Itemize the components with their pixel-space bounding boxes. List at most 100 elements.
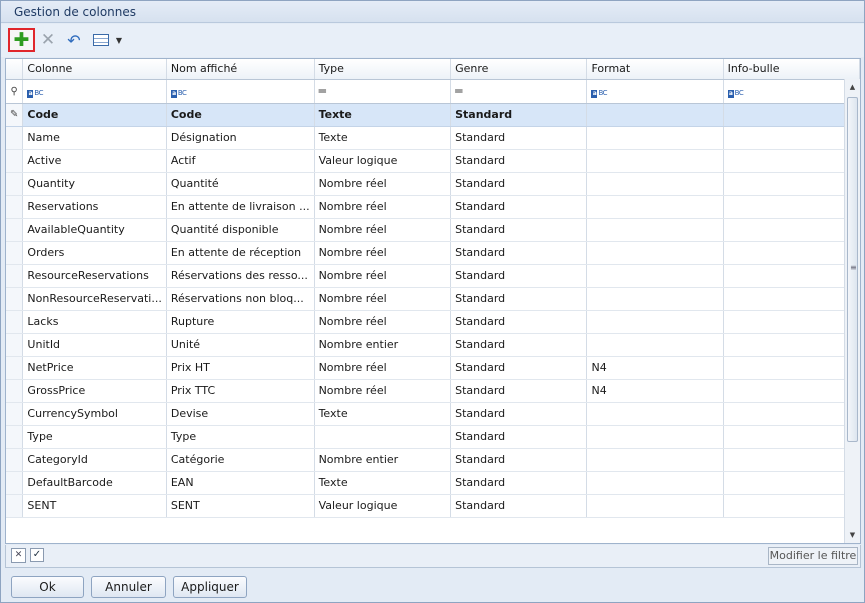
table-cell[interactable]: Type [166, 425, 315, 449]
scroll-up-icon[interactable]: ▲ [845, 79, 860, 95]
table-row[interactable]: GrossPrice Prix TTC Nombre réel Standard N4 [6, 379, 861, 403]
table-cell[interactable]: Texte [314, 471, 452, 495]
table-cell[interactable]: Quantité disponible [166, 218, 315, 242]
table-row[interactable]: ResourceReservations Réservations des res… [6, 264, 861, 288]
table-row[interactable]: AvailableQuantity Quantité disponible Nomb… [6, 218, 861, 242]
table-cell[interactable]: N4 [586, 356, 724, 380]
table-row[interactable]: SENT SENT Valeur logique Standard [6, 494, 861, 518]
ok-button[interactable]: Ok [11, 576, 84, 598]
table-cell[interactable]: Désignation [166, 126, 315, 150]
table-cell[interactable] [723, 425, 861, 449]
table-cell[interactable] [723, 149, 861, 173]
table-cell[interactable]: Standard [450, 310, 588, 334]
table-cell[interactable] [586, 494, 724, 518]
table-cell[interactable] [586, 103, 724, 127]
grid-layout-dropdown[interactable]: ▼ [114, 28, 124, 52]
table-cell[interactable]: GrossPrice [22, 379, 167, 403]
table-cell[interactable]: Nombre entier [314, 448, 452, 472]
table-cell[interactable]: Code [166, 103, 315, 127]
table-cell[interactable]: Standard [450, 379, 588, 403]
table-cell[interactable] [723, 448, 861, 472]
table-cell[interactable] [723, 103, 861, 127]
table-cell[interactable] [723, 471, 861, 495]
table-cell[interactable]: Standard [450, 218, 588, 242]
filter-cell[interactable]: ═ [450, 79, 588, 104]
table-cell[interactable]: Reservations [22, 195, 167, 219]
table-cell[interactable]: N4 [586, 379, 724, 403]
table-cell[interactable]: Standard [450, 333, 588, 357]
table-cell[interactable]: Standard [450, 448, 588, 472]
column-header[interactable]: Colonne [22, 59, 167, 80]
table-cell[interactable]: Nombre réel [314, 310, 452, 334]
table-cell[interactable]: Texte [314, 126, 452, 150]
table-cell[interactable] [586, 471, 724, 495]
filter-cell[interactable]: a BC [22, 79, 167, 104]
table-cell[interactable]: DefaultBarcode [22, 471, 167, 495]
table-cell[interactable]: Code [22, 103, 167, 127]
table-row[interactable]: DefaultBarcode EAN Texte Standard [6, 471, 861, 495]
table-cell[interactable] [723, 126, 861, 150]
filter-pin-icon[interactable]: ⚲ [6, 79, 24, 104]
column-header[interactable]: Genre [450, 59, 588, 80]
table-cell[interactable]: Nombre réel [314, 379, 452, 403]
table-cell[interactable]: Texte [314, 402, 452, 426]
table-row[interactable]: Lacks Rupture Nombre réel Standard [6, 310, 861, 334]
table-cell[interactable] [723, 172, 861, 196]
table-cell[interactable]: En attente de réception [166, 241, 315, 265]
table-cell[interactable]: Valeur logique [314, 149, 452, 173]
table-row[interactable]: Quantity Quantité Nombre réel Standard [6, 172, 861, 196]
table-cell[interactable]: Nombre réel [314, 195, 452, 219]
table-cell[interactable] [586, 218, 724, 242]
table-cell[interactable]: SENT [22, 494, 167, 518]
table-cell[interactable]: Réservations non bloq... [166, 287, 315, 311]
table-cell[interactable]: Rupture [166, 310, 315, 334]
table-cell[interactable]: Standard [450, 172, 588, 196]
filter-cell[interactable]: a BC [586, 79, 724, 104]
filter-enabled-checkbox[interactable]: ✓ [30, 548, 44, 562]
table-cell[interactable] [723, 287, 861, 311]
table-cell[interactable]: Standard [450, 287, 588, 311]
table-cell[interactable]: Quantity [22, 172, 167, 196]
table-cell[interactable]: Prix HT [166, 356, 315, 380]
table-cell[interactable]: Standard [450, 126, 588, 150]
table-cell[interactable] [586, 310, 724, 334]
table-cell[interactable] [723, 402, 861, 426]
table-cell[interactable] [586, 241, 724, 265]
table-cell[interactable]: Type [22, 425, 167, 449]
table-cell[interactable]: Prix TTC [166, 379, 315, 403]
apply-button[interactable]: Appliquer [173, 576, 247, 598]
add-button[interactable]: ✚ [8, 28, 35, 52]
table-cell[interactable] [723, 379, 861, 403]
table-cell[interactable]: Nombre réel [314, 264, 452, 288]
table-cell[interactable]: Standard [450, 195, 588, 219]
table-cell[interactable]: Catégorie [166, 448, 315, 472]
table-cell[interactable]: Standard [450, 264, 588, 288]
table-cell[interactable] [723, 494, 861, 518]
table-cell[interactable]: Nombre entier [314, 333, 452, 357]
delete-button[interactable]: ✕ [39, 28, 57, 52]
modify-filter-button[interactable]: Modifier le filtre [768, 547, 858, 565]
table-cell[interactable] [586, 333, 724, 357]
table-cell[interactable] [586, 195, 724, 219]
table-row[interactable]: Reservations En attente de livraison ... N… [6, 195, 861, 219]
column-header[interactable]: Format [586, 59, 724, 80]
table-cell[interactable]: Texte [314, 103, 452, 127]
table-cell[interactable] [723, 218, 861, 242]
undo-button[interactable]: ↶ [65, 28, 83, 52]
table-cell[interactable]: Standard [450, 494, 588, 518]
table-cell[interactable] [586, 126, 724, 150]
table-cell[interactable]: Quantité [166, 172, 315, 196]
table-cell[interactable]: Devise [166, 402, 315, 426]
table-cell[interactable] [586, 425, 724, 449]
column-header[interactable]: Info-bulle [723, 59, 861, 80]
table-row[interactable]: Name Désignation Texte Standard [6, 126, 861, 150]
table-cell[interactable]: Réservations des resso... [166, 264, 315, 288]
table-row[interactable]: UnitId Unité Nombre entier Standard [6, 333, 861, 357]
table-cell[interactable] [586, 264, 724, 288]
table-cell[interactable] [586, 149, 724, 173]
table-cell[interactable] [723, 333, 861, 357]
table-cell[interactable]: Standard [450, 103, 588, 127]
table-cell[interactable]: Name [22, 126, 167, 150]
table-row[interactable]: Orders En attente de réception Nombre réel… [6, 241, 861, 265]
scroll-down-icon[interactable]: ▼ [845, 527, 860, 543]
